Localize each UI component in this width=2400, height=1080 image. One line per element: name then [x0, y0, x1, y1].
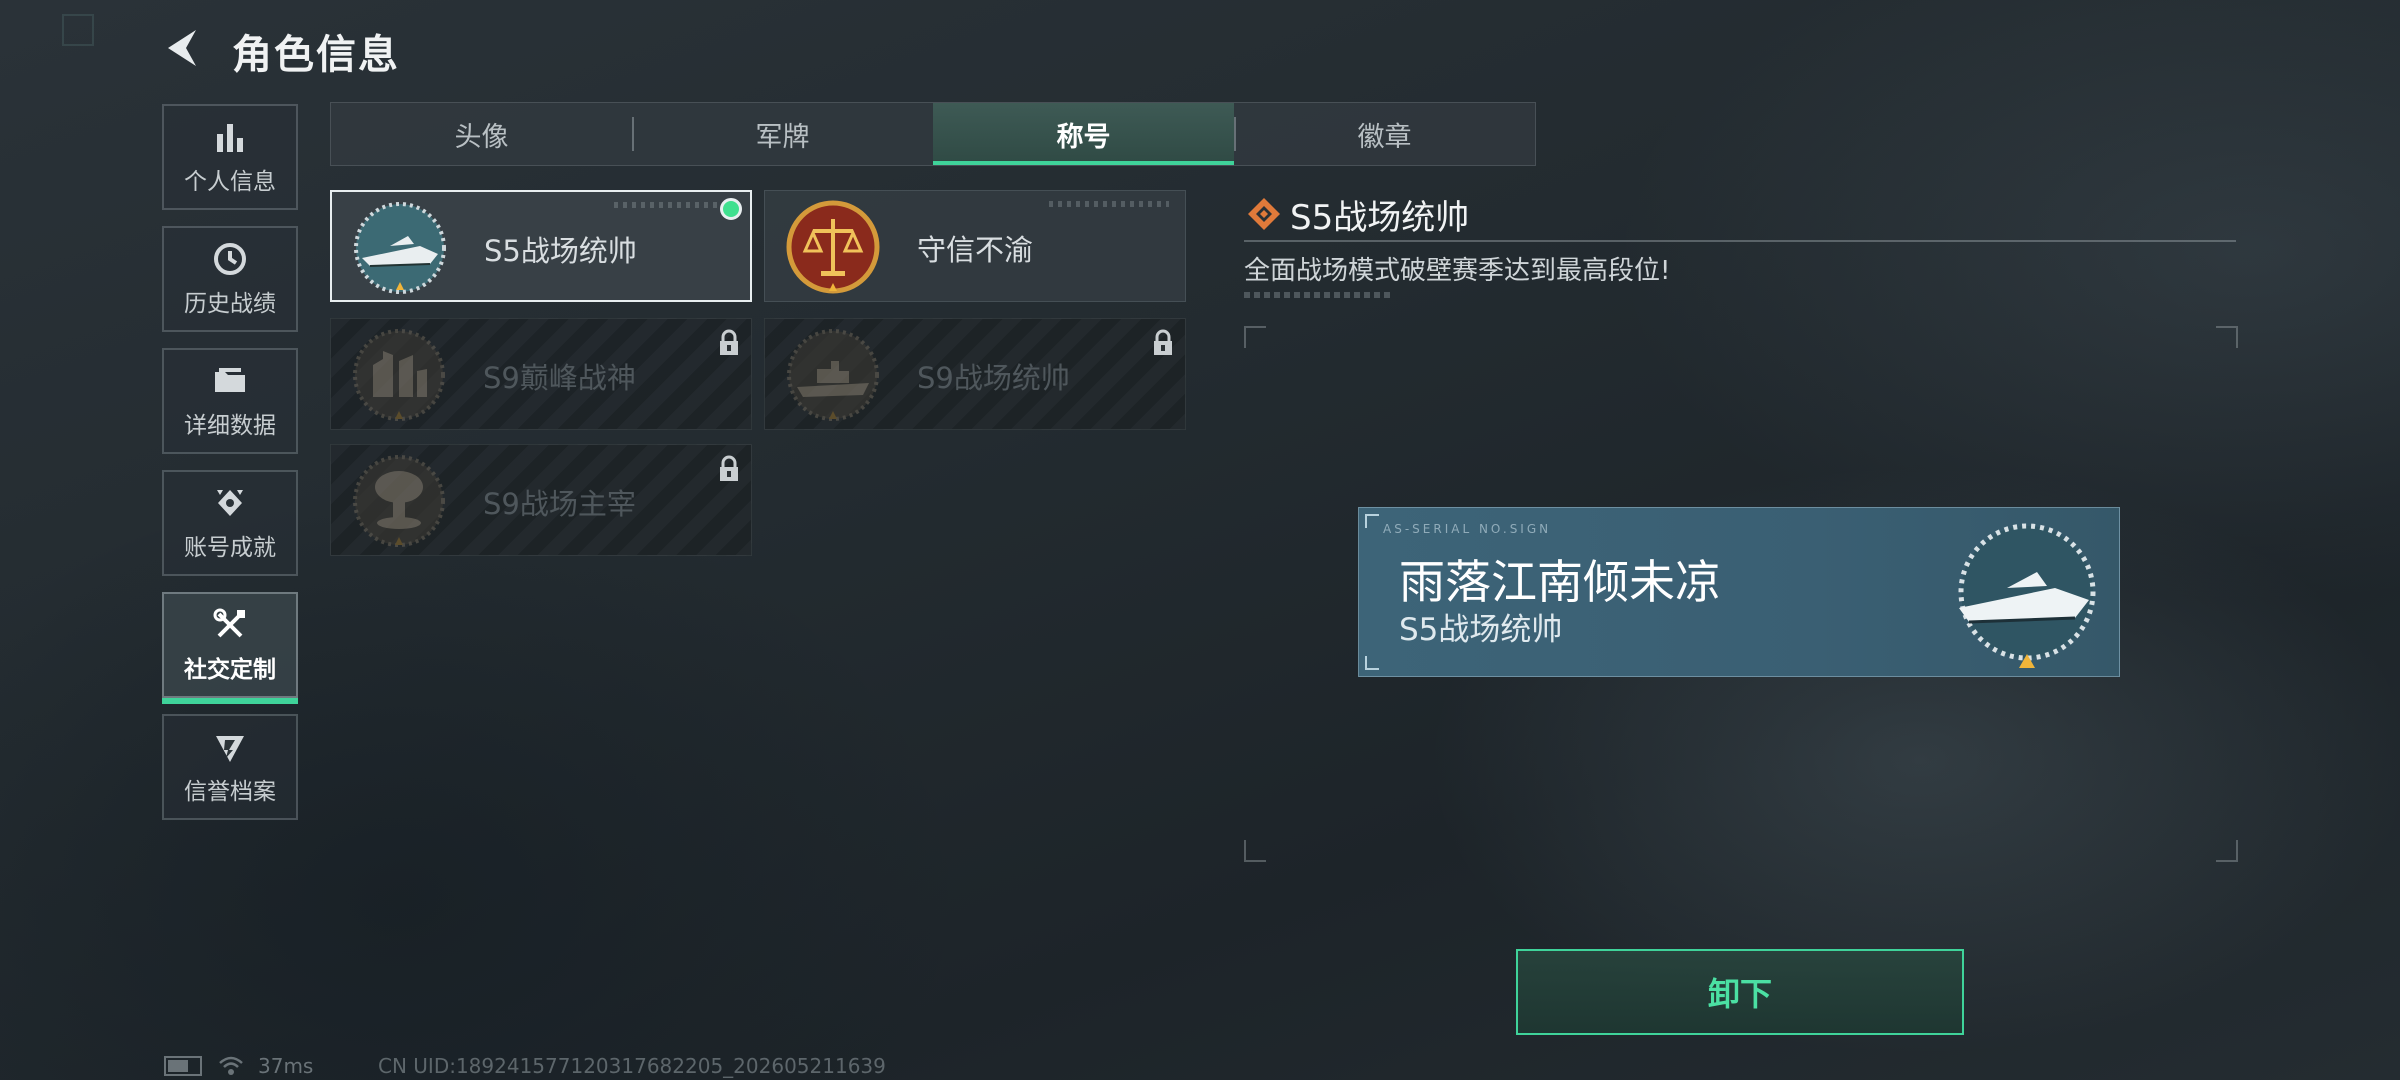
achievement-icon	[217, 490, 243, 516]
frame-corner	[2216, 840, 2238, 862]
page-title: 角色信息	[232, 32, 400, 78]
title-card-s5-commander[interactable]: S5战场统帅	[330, 190, 752, 302]
back-arrow-icon[interactable]	[160, 24, 208, 72]
title-card-trustworthy[interactable]: 守信不渝	[764, 190, 1186, 302]
tab-badge[interactable]: 徽章	[1234, 103, 1535, 165]
sidebar-item-reputation[interactable]: 信誉档案	[162, 714, 298, 820]
nameplate-preview: AS-SERIAL NO.SIGN 雨落江南倾未凉 S5战场统帅	[1358, 507, 2120, 677]
fortress-emblem-icon	[353, 329, 445, 421]
sidebar-item-personal-info[interactable]: 个人信息	[162, 104, 298, 210]
divider	[1244, 240, 2236, 242]
battery-icon	[164, 1056, 202, 1076]
title-card-name: S9巅峰战神	[483, 361, 636, 395]
speedboat-emblem-icon	[354, 202, 446, 294]
equipped-title: S5战场统帅	[1399, 612, 1563, 648]
nameplate-code: AS-SERIAL NO.SIGN	[1383, 522, 1552, 536]
warship-emblem-icon	[787, 329, 879, 421]
mushroom-cloud-emblem-icon	[353, 455, 445, 547]
folder-icon	[215, 368, 245, 392]
tab-dogtag[interactable]: 军牌	[632, 103, 933, 165]
card-decoration	[1049, 201, 1169, 207]
speedboat-emblem-icon	[1958, 523, 2096, 668]
sidebar-item-label: 详细数据	[184, 413, 276, 439]
corner-mark	[62, 14, 94, 46]
bar-chart-icon	[217, 124, 243, 152]
sidebar-item-detailed-data[interactable]: 详细数据	[162, 348, 298, 454]
sidebar-item-label: 个人信息	[184, 169, 276, 195]
uid-text: CN UID:18924157712031768​2205_2026052116…	[378, 1054, 886, 1078]
frame-corner	[1244, 840, 1266, 862]
clock-icon	[214, 243, 246, 275]
frame-corner	[2216, 326, 2238, 348]
sidebar-item-label: 社交定制	[184, 657, 276, 683]
title-card-s9-dominator[interactable]: S9战场主宰	[330, 444, 752, 556]
lock-icon	[1154, 329, 1172, 355]
detail-description: 全面战场模式破壁赛季达到最高段位!	[1244, 256, 1671, 286]
sidebar-item-label: 账号成就	[184, 535, 276, 561]
sidebar-item-label: 历史战绩	[184, 291, 276, 317]
player-name: 雨落江南倾未凉	[1399, 555, 1721, 609]
tab-title[interactable]: 称号	[933, 103, 1234, 165]
shield-icon	[216, 736, 244, 762]
corner-tick	[1365, 514, 1379, 528]
title-card-s9-commander[interactable]: S9战场统帅	[764, 318, 1186, 430]
title-card-name: 守信不渝	[917, 233, 1034, 267]
sidebar-item-label: 信誉档案	[184, 779, 276, 805]
tab-avatar[interactable]: 头像	[331, 103, 632, 165]
corner-tick	[1365, 656, 1379, 670]
card-decoration	[614, 202, 734, 208]
frame-corner	[1244, 326, 1266, 348]
ping-value: 37ms	[258, 1054, 314, 1078]
equipped-indicator	[720, 198, 742, 220]
status-bar: 37ms	[164, 1054, 313, 1078]
category-tabs: 头像 军牌 称号 徽章	[330, 102, 1536, 166]
sidebar-item-history[interactable]: 历史战绩	[162, 226, 298, 332]
scales-emblem-icon	[786, 200, 880, 294]
lock-icon	[720, 329, 738, 355]
sidebar-item-social-custom[interactable]: 社交定制	[162, 592, 298, 704]
wifi-icon	[219, 1056, 243, 1075]
title-card-name: S9战场统帅	[917, 361, 1070, 395]
title-diamond-icon	[1248, 198, 1280, 230]
tools-icon	[213, 608, 245, 638]
title-card-s9-war-god[interactable]: S9巅峰战神	[330, 318, 752, 430]
title-card-name: S9战场主宰	[483, 487, 636, 521]
title-card-name: S5战场统帅	[484, 234, 637, 268]
detail-title: S5战场统帅	[1290, 198, 1470, 238]
unequip-button[interactable]: 卸下	[1516, 949, 1964, 1035]
sidebar-item-achievements[interactable]: 账号成就	[162, 470, 298, 576]
lock-icon	[720, 455, 738, 481]
detail-decoration	[1244, 292, 1394, 298]
